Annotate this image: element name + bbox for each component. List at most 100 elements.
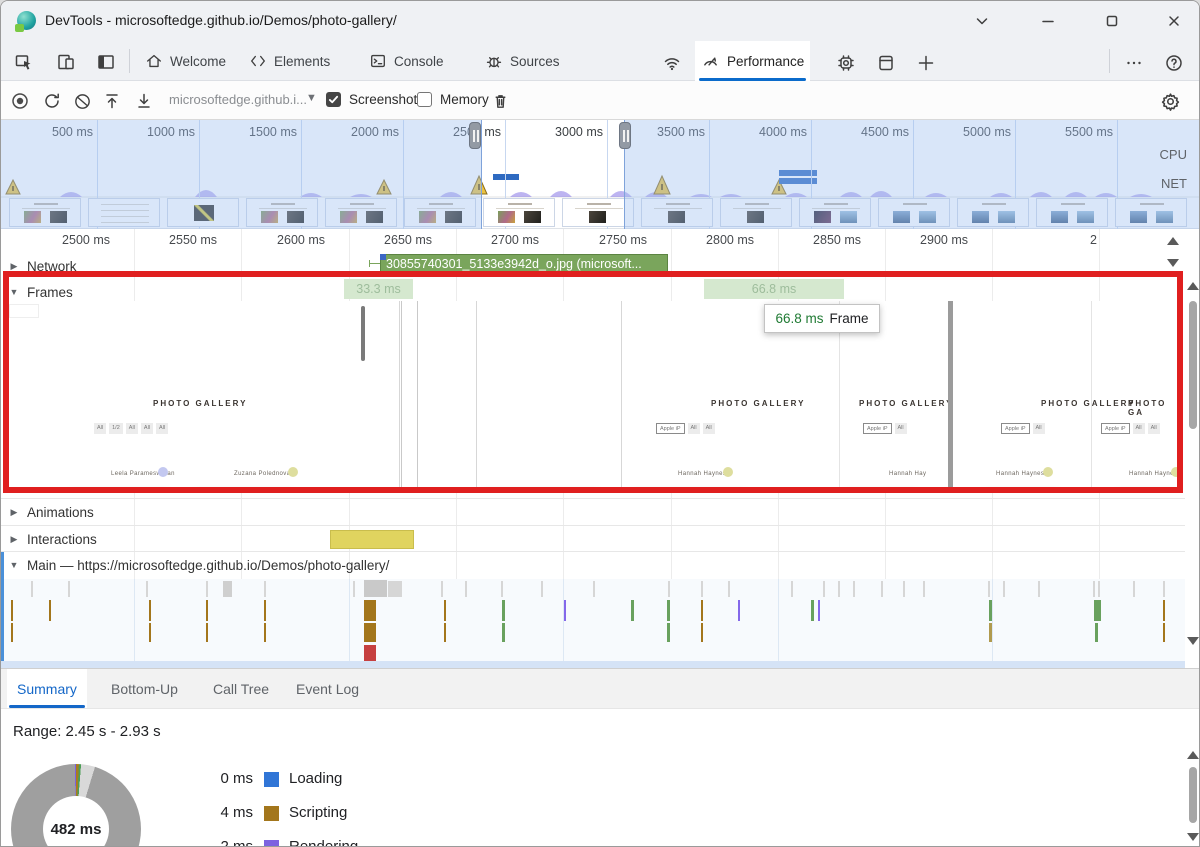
interaction-bar[interactable] xyxy=(330,530,414,549)
legend-value: 0 ms xyxy=(191,770,253,787)
scroll-up-button[interactable] xyxy=(1167,237,1179,245)
bug-icon xyxy=(485,52,503,70)
ruler-tick: 2600 ms xyxy=(249,233,325,247)
network-conditions-icon[interactable] xyxy=(659,51,685,75)
trash-icon[interactable] xyxy=(489,90,511,112)
summary-pane: Range: 2.45 s - 2.93 s 482 ms 0 ms Loadi… xyxy=(1,708,1200,847)
dock-side-icon[interactable] xyxy=(93,50,119,74)
session-selector[interactable]: microsoftedge.github.i... xyxy=(169,92,307,107)
timeline-details-pane: 2500 ms 2550 ms 2600 ms 2650 ms 2700 ms … xyxy=(1,229,1200,668)
close-button[interactable] xyxy=(1159,7,1189,35)
maximize-button[interactable] xyxy=(1097,7,1127,35)
memory-chip-icon[interactable] xyxy=(833,51,859,75)
disclosure-collapsed-icon[interactable]: ▶ xyxy=(1,534,27,545)
ruler-tick: 2550 ms xyxy=(141,233,217,247)
net-row-label: NET xyxy=(1161,176,1187,191)
legend-swatch-scripting xyxy=(264,806,279,821)
main-thread-flame-chart[interactable] xyxy=(1,579,1177,663)
legend-swatch-loading xyxy=(264,772,279,787)
overview-dimmed-left xyxy=(1,120,481,229)
home-icon xyxy=(145,52,163,70)
tab-performance[interactable]: Performance xyxy=(695,41,810,81)
disclosure-collapsed-icon[interactable]: ▶ xyxy=(1,507,27,518)
record-button[interactable] xyxy=(9,90,31,112)
cpu-row-label: CPU xyxy=(1160,147,1187,162)
save-profile-icon[interactable] xyxy=(133,90,155,112)
filmstrip-thumbnail[interactable] xyxy=(483,198,555,227)
session-dropdown-caret[interactable]: ▼ xyxy=(306,92,317,104)
summary-scroll-down[interactable] xyxy=(1187,833,1199,841)
ruler-tick: 2700 ms xyxy=(463,233,539,247)
tabbar-separator xyxy=(129,49,130,73)
performance-toolbar: microsoftedge.github.i... ▼ Screenshots … xyxy=(1,81,1200,120)
ruler-tick: 2900 ms xyxy=(892,233,968,247)
summary-total: 482 ms xyxy=(31,821,121,838)
network-request-marker xyxy=(380,254,386,260)
tab-sources[interactable]: Sources xyxy=(479,41,566,81)
window-title: DevTools - microsoftedge.github.io/Demos… xyxy=(45,12,397,28)
memory-label: Memory xyxy=(440,92,489,107)
device-emulation-icon[interactable] xyxy=(53,50,79,74)
more-tabs-icon[interactable] xyxy=(913,51,939,75)
analysis-tab-bar: Summary Bottom-Up Call Tree Event Log xyxy=(1,668,1200,708)
legend-swatch-rendering xyxy=(264,840,279,847)
disclosure-expanded-icon[interactable]: ▼ xyxy=(1,560,27,570)
console-icon xyxy=(369,52,387,70)
devtools-window: DevTools - microsoftedge.github.io/Demos… xyxy=(0,0,1200,847)
overview-tick: 3000 ms xyxy=(537,125,603,139)
tab-elements[interactable]: Elements xyxy=(243,41,336,81)
legend-label: Rendering xyxy=(289,838,358,847)
track-animations[interactable]: ▶ Animations xyxy=(1,499,1177,525)
reload-record-button[interactable] xyxy=(41,90,63,112)
disclosure-collapsed-icon[interactable]: ▶ xyxy=(1,261,27,272)
ruler-tick: 2500 ms xyxy=(34,233,110,247)
ruler-tick: 2800 ms xyxy=(678,233,754,247)
settings-gear-icon[interactable] xyxy=(1159,90,1181,112)
performance-gauge-icon xyxy=(701,52,720,71)
net-activity-bar xyxy=(493,174,519,180)
selection-handle-left[interactable] xyxy=(469,122,481,149)
edge-devtools-icon xyxy=(17,11,36,30)
summary-scrollbar-thumb[interactable] xyxy=(1189,767,1197,823)
vertical-scrollbar-thumb[interactable] xyxy=(1189,301,1197,429)
overview-dimmed-right xyxy=(625,120,1200,229)
scrollbar-up-arrow[interactable] xyxy=(1187,282,1199,290)
ruler-tick: 2 xyxy=(1021,233,1097,247)
load-profile-icon[interactable] xyxy=(101,90,123,112)
track-main-thread[interactable]: ▼ Main — https://microsoftedge.github.io… xyxy=(1,552,1177,578)
devtools-tab-bar: Welcome Elements Console Sources Perform… xyxy=(1,41,1200,81)
screenshots-label: Screenshots xyxy=(349,92,424,107)
tab-console[interactable]: Console xyxy=(363,41,450,81)
legend-value: 4 ms xyxy=(191,804,253,821)
tab-event-log[interactable]: Event Log xyxy=(286,669,369,709)
summary-scroll-up[interactable] xyxy=(1187,751,1199,759)
tab-call-tree[interactable]: Call Tree xyxy=(203,669,279,709)
ruler-tick: 2650 ms xyxy=(356,233,432,247)
code-icon xyxy=(249,52,267,70)
title-bar: DevTools - microsoftedge.github.io/Demos… xyxy=(1,1,1200,41)
selection-handle-right[interactable] xyxy=(619,122,631,149)
application-icon[interactable] xyxy=(873,51,899,75)
scroll-down-button[interactable] xyxy=(1167,259,1179,267)
tab-bottom-up[interactable]: Bottom-Up xyxy=(101,669,188,709)
clear-button[interactable] xyxy=(71,90,93,112)
ruler-tick: 2750 ms xyxy=(571,233,647,247)
memory-checkbox[interactable] xyxy=(417,92,432,107)
frame-tooltip: 66.8 ms Frame xyxy=(764,304,880,333)
track-interactions[interactable]: ▶ Interactions xyxy=(1,526,1177,552)
help-icon[interactable] xyxy=(1161,51,1187,75)
timeline-overview[interactable]: 500 ms 1000 ms 1500 ms 2000 ms 2500 ms 3… xyxy=(1,120,1200,229)
ruler-tick: 2850 ms xyxy=(785,233,861,247)
inspect-icon[interactable] xyxy=(11,50,37,74)
tab-welcome[interactable]: Welcome xyxy=(139,41,232,81)
minimize-button[interactable] xyxy=(1033,7,1063,35)
more-options-icon[interactable] xyxy=(1121,51,1147,75)
scrollbar-down-arrow[interactable] xyxy=(1187,637,1199,645)
tabbar-separator xyxy=(1109,49,1110,73)
highlight-box xyxy=(3,271,1183,493)
legend-label: Loading xyxy=(289,770,342,787)
tab-summary[interactable]: Summary xyxy=(7,669,87,709)
chevron-down-icon[interactable] xyxy=(967,7,997,35)
screenshots-checkbox[interactable] xyxy=(326,92,341,107)
legend-label: Scripting xyxy=(289,804,347,821)
